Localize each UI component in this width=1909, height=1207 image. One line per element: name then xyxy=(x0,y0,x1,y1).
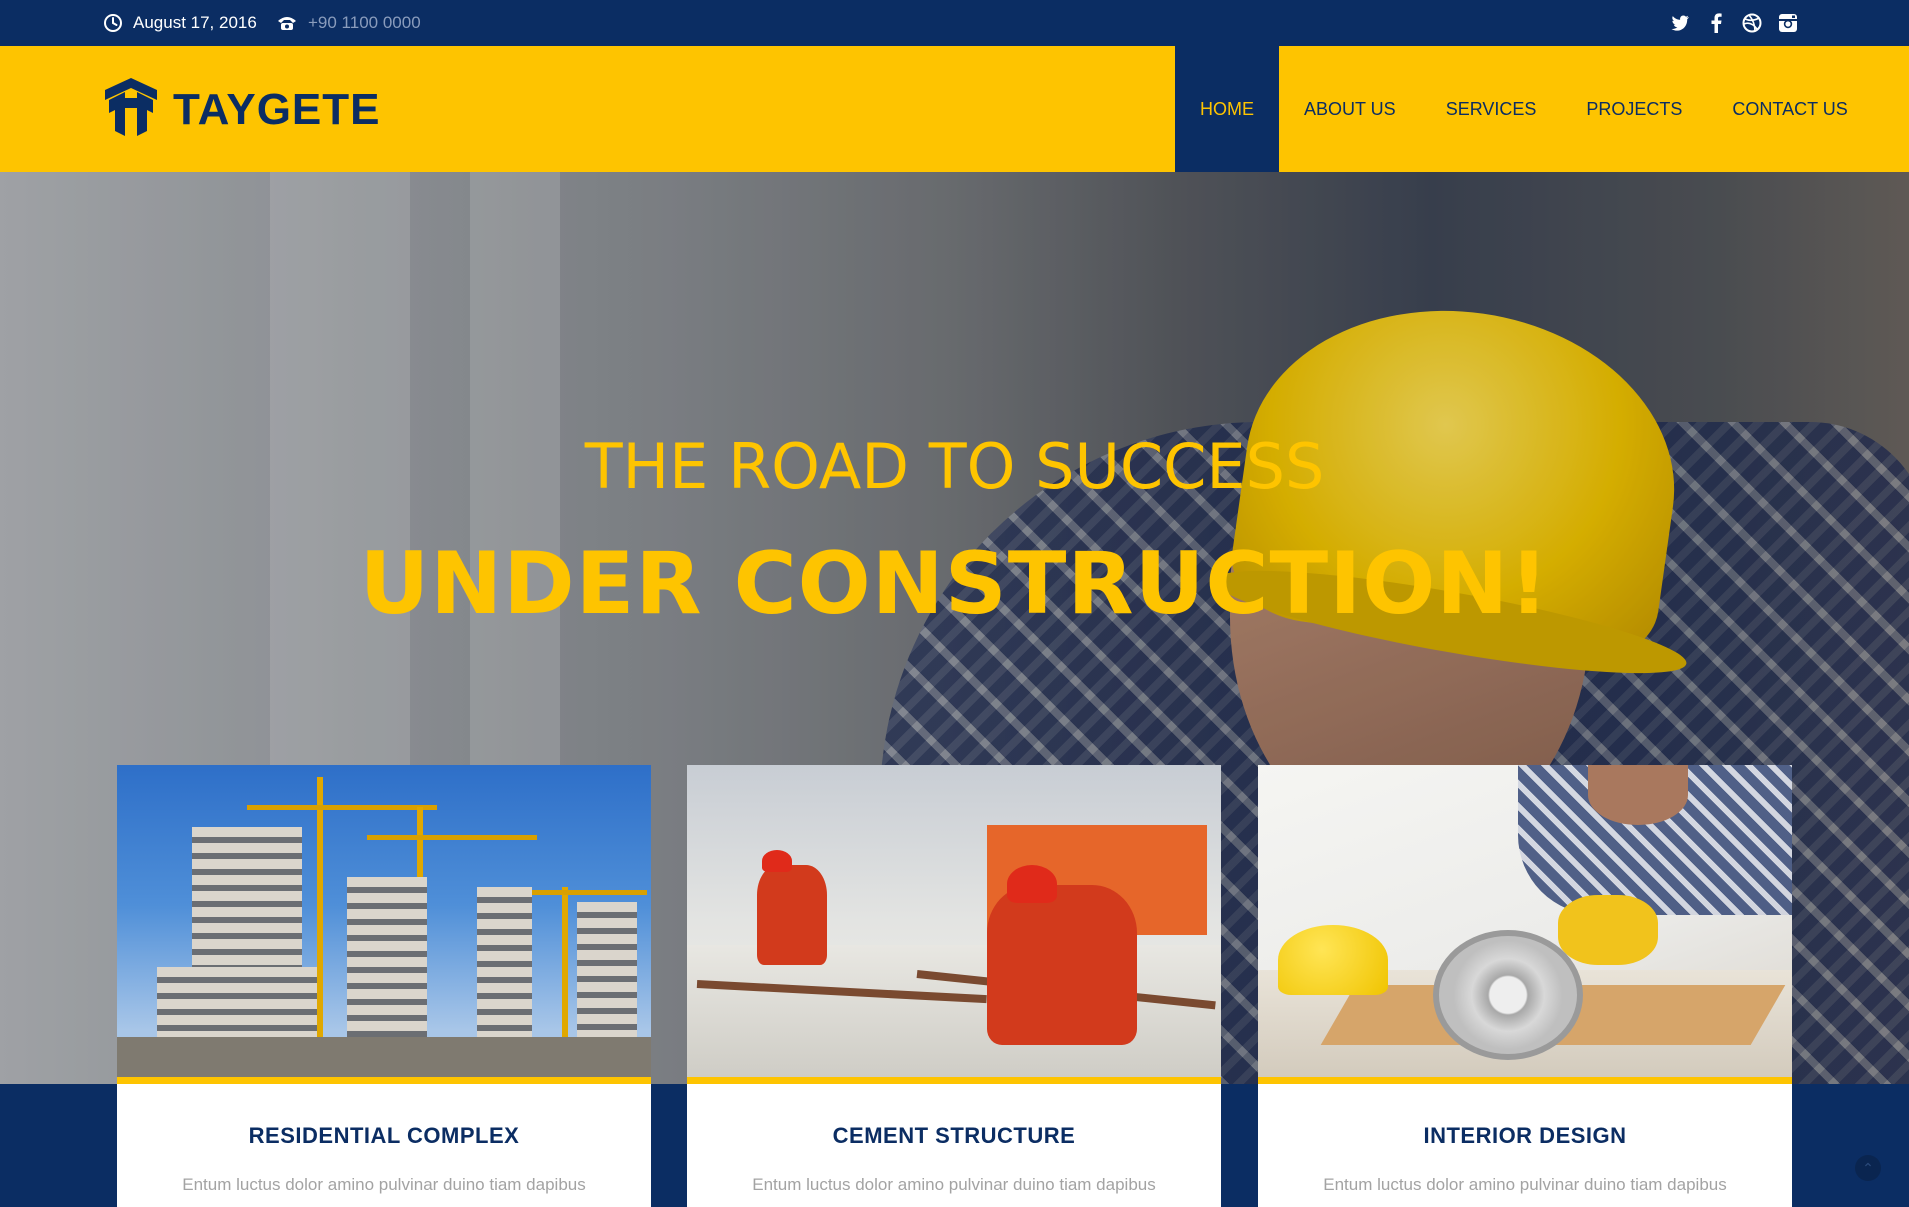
site-header: TAYGETE HOME ABOUT US SERVICES PROJECTS … xyxy=(0,46,1909,172)
worker-image xyxy=(987,885,1137,1045)
card-text: Entum luctus dolor amino pulvinar duino … xyxy=(1323,1175,1727,1194)
top-bar: August 17, 2016 +90 1100 0000 xyxy=(0,0,1909,46)
card-title[interactable]: RESIDENTIAL COMPLEX xyxy=(117,1123,651,1149)
nav-about-us[interactable]: ABOUT US xyxy=(1279,46,1421,172)
cement-photo xyxy=(687,765,1221,1077)
crane-arm xyxy=(517,890,647,895)
brand-logo[interactable]: TAYGETE xyxy=(103,76,381,143)
glove-image xyxy=(1558,895,1658,965)
chevron-up-icon: ⌃ xyxy=(1862,1159,1874,1176)
yellow-hard-hat-image xyxy=(1278,925,1388,995)
card-title[interactable]: CEMENT STRUCTURE xyxy=(687,1123,1221,1149)
social-links xyxy=(1669,0,1799,46)
card-accent-stripe xyxy=(687,1077,1221,1084)
clock-icon xyxy=(103,13,123,33)
phone-info: +90 1100 0000 xyxy=(276,0,421,46)
worker-image xyxy=(757,865,827,965)
nav-services[interactable]: SERVICES xyxy=(1421,46,1562,172)
phone-icon xyxy=(276,14,298,32)
nav-home[interactable]: HOME xyxy=(1175,46,1279,172)
interior-photo xyxy=(1258,765,1792,1077)
crane-arm xyxy=(247,805,437,810)
hero-subtitle: THE ROAD TO SUCCESS xyxy=(584,430,1325,503)
service-card-residential[interactable]: RESIDENTIAL COMPLEX Entum luctus dolor a… xyxy=(117,765,651,1207)
card-text: Entum luctus dolor amino pulvinar duino … xyxy=(752,1175,1156,1194)
card-text: Entum luctus dolor amino pulvinar duino … xyxy=(182,1175,586,1194)
residential-photo xyxy=(117,765,651,1077)
crane-arm xyxy=(367,835,537,840)
carpenter-head-image xyxy=(1588,765,1688,825)
nav-projects[interactable]: PROJECTS xyxy=(1561,46,1707,172)
facebook-icon[interactable] xyxy=(1705,12,1727,34)
date-info: August 17, 2016 xyxy=(103,0,257,46)
dribbble-icon[interactable] xyxy=(1741,12,1763,34)
phone-text[interactable]: +90 1100 0000 xyxy=(308,13,421,33)
service-card-cement[interactable]: CEMENT STRUCTURE Entum luctus dolor amin… xyxy=(687,765,1221,1207)
logo-icon xyxy=(103,76,159,143)
crane-image xyxy=(317,777,323,1077)
hero-title: UNDER CONSTRUCTION! xyxy=(359,534,1550,634)
date-text: August 17, 2016 xyxy=(133,13,257,32)
main-nav: HOME ABOUT US SERVICES PROJECTS CONTACT … xyxy=(1175,46,1873,172)
ground-image xyxy=(117,1037,651,1077)
scroll-to-top-button[interactable]: ⌃ xyxy=(1855,1155,1881,1181)
service-card-interior[interactable]: INTERIOR DESIGN Entum luctus dolor amino… xyxy=(1258,765,1792,1207)
twitter-icon[interactable] xyxy=(1669,12,1691,34)
card-accent-stripe xyxy=(1258,1077,1792,1084)
instagram-icon[interactable] xyxy=(1777,12,1799,34)
red-hard-hat-image xyxy=(1007,865,1057,903)
card-title[interactable]: INTERIOR DESIGN xyxy=(1258,1123,1792,1149)
nav-contact-us[interactable]: CONTACT US xyxy=(1707,46,1872,172)
red-hard-hat-image xyxy=(762,850,792,872)
card-accent-stripe xyxy=(117,1077,651,1084)
brand-name: TAYGETE xyxy=(173,84,381,134)
circular-saw-image xyxy=(1433,930,1583,1060)
